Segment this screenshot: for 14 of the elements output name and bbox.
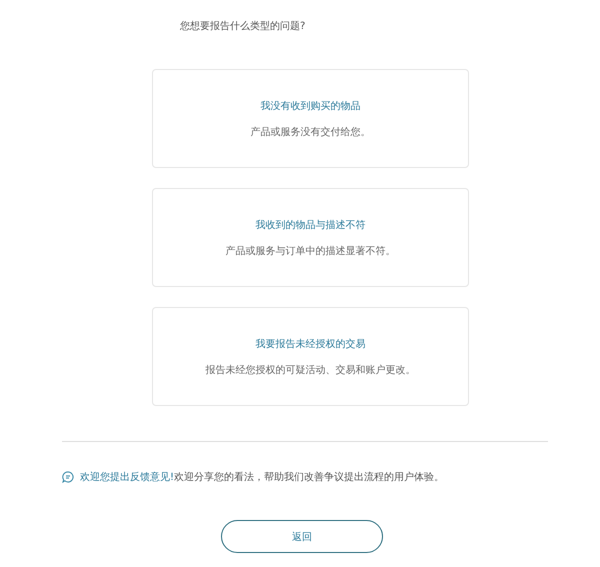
feedback-link[interactable]: 欢迎您提出反馈意见! — [80, 472, 174, 483]
option-card[interactable]: 我没有收到购买的物品 产品或服务没有交付给您。 — [152, 69, 469, 168]
question-text: 您想要报告什么类型的问题? — [180, 20, 306, 34]
feedback-text: 欢迎您提出反馈意见!欢迎分享您的看法，帮助我们改善争议提出流程的用户体验。 — [80, 470, 444, 484]
option-title: 我要报告未经授权的交易 — [256, 338, 366, 350]
option-card[interactable]: 我收到的物品与描述不符 产品或服务与订单中的描述显著不符。 — [152, 188, 469, 287]
option-description: 产品或服务与订单中的描述显著不符。 — [226, 244, 396, 258]
chat-bubble-icon — [62, 471, 74, 483]
option-card[interactable]: 我要报告未经授权的交易 报告未经您授权的可疑活动、交易和账户更改。 — [152, 307, 469, 406]
option-title: 我没有收到购买的物品 — [260, 100, 360, 112]
option-description: 产品或服务没有交付给您。 — [250, 126, 370, 138]
option-title: 我收到的物品与描述不符 — [256, 218, 366, 232]
option-description: 报告未经您授权的可疑活动、交易和账户更改。 — [206, 364, 416, 376]
back-button[interactable]: 返回 — [221, 520, 383, 553]
